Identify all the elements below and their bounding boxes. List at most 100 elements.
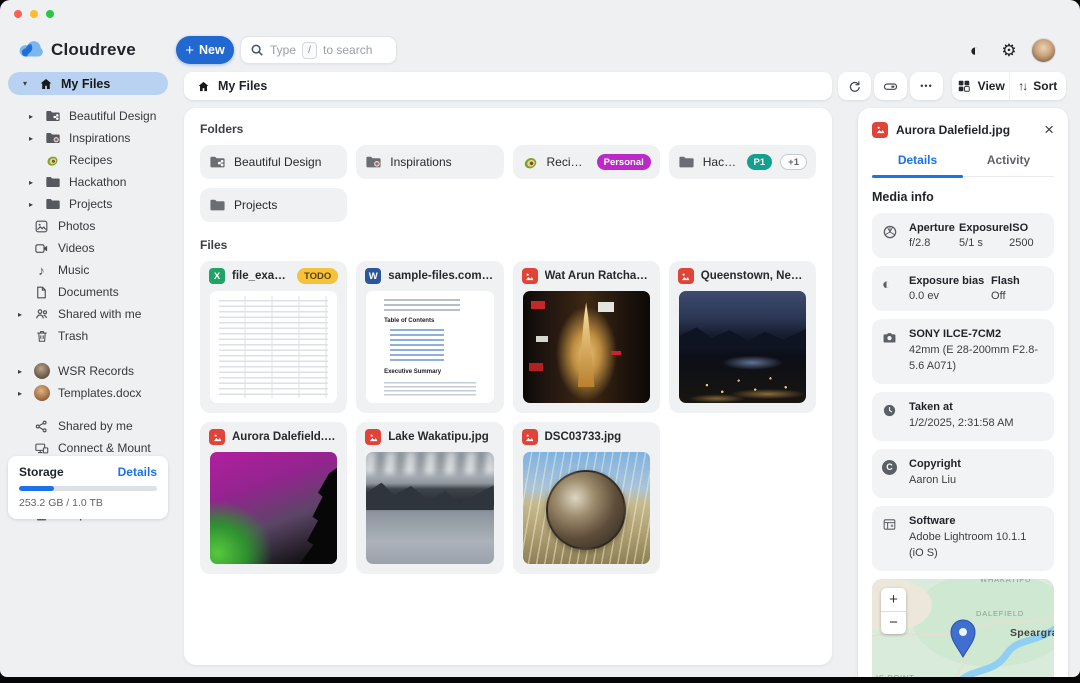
new-button-label: New <box>199 43 225 57</box>
close-icon[interactable]: × <box>1044 121 1054 138</box>
sidebar-item-recipes[interactable]: Recipes <box>0 149 176 171</box>
file-card-aurora[interactable]: Aurora Dalefield.jpg <box>200 422 347 574</box>
file-card-word[interactable]: W sample-files.com-form... Table of Cont… <box>356 261 503 413</box>
chevron-right-icon[interactable]: ▸ <box>26 134 36 143</box>
sidebar-item-beautiful-design[interactable]: ▸ Beautiful Design <box>0 105 176 127</box>
sidebar-item-documents[interactable]: Documents <box>0 281 176 303</box>
refresh-icon <box>846 78 863 95</box>
sidebar-item-inspirations[interactable]: ▸ Inspirations <box>0 127 176 149</box>
refresh-button[interactable] <box>838 72 871 100</box>
chevron-down-icon[interactable]: ▾ <box>20 79 30 88</box>
details-file-name: Aurora Dalefield.jpg <box>896 123 1036 137</box>
folder-card-projects[interactable]: Projects <box>200 188 347 222</box>
software-card: Software Adobe Lightroom 10.1.1 (iO S) <box>872 506 1054 571</box>
more-actions-button[interactable]: ••• <box>910 72 943 100</box>
exposure-info-card: Aperturef/2.8 Exposure5/1 s ISO2500 <box>872 213 1054 258</box>
copyright-icon: C <box>882 458 900 489</box>
sidebar-item-videos[interactable]: Videos <box>0 237 176 259</box>
grid-view-icon <box>956 78 973 95</box>
settings-button[interactable]: ⚙ <box>996 39 1022 63</box>
monitor-icon <box>33 440 50 457</box>
storage-usage-text: 253.2 GB / 1.0 TB <box>19 497 157 509</box>
file-card-queenstown[interactable]: Queenstown, New Zeal... <box>669 261 816 413</box>
file-card-dsc03733[interactable]: DSC03733.jpg <box>513 422 660 574</box>
personal-badge: Personal <box>597 154 651 170</box>
sidebar-item-trash[interactable]: Trash <box>0 325 176 347</box>
word-file-icon: W <box>365 268 381 284</box>
files-grid-row-2: Aurora Dalefield.jpg Lake Wakatipu.jpg <box>200 422 816 574</box>
sidebar-item-shared-with-me[interactable]: ▸ Shared with me <box>0 303 176 325</box>
app-title: Cloudreve <box>51 40 136 60</box>
exposure-bias-card: ◐ Exposure bias0.0 ev FlashOff <box>872 266 1054 311</box>
ellipsis-icon: ••• <box>920 81 932 91</box>
map-zoom-controls: + − <box>881 588 906 634</box>
close-window-button[interactable] <box>14 10 22 18</box>
image-file-icon <box>522 268 538 284</box>
chevron-right-icon[interactable]: ▸ <box>15 310 25 319</box>
folder-shared-icon <box>44 108 61 125</box>
chevron-right-icon[interactable]: ▸ <box>26 112 36 121</box>
view-sort-group: View ↑↓ Sort <box>952 72 1066 100</box>
todo-badge: TODO <box>297 268 338 284</box>
location-map[interactable]: WHAKATIPU DALEFIELD Speargra IS POINT + … <box>872 579 1054 677</box>
minimize-window-button[interactable] <box>30 10 38 18</box>
excel-file-icon: X <box>209 268 225 284</box>
photo-thumbnail <box>366 452 493 564</box>
share-avatar-icon <box>33 363 50 380</box>
chevron-right-icon[interactable]: ▸ <box>15 367 25 376</box>
camera-info-card: SONY ILCE-7CM2 42mm (E 28-200mm F2.8-5.6… <box>872 319 1054 384</box>
search-input[interactable]: Type / to search <box>240 36 397 64</box>
folder-icon <box>44 174 61 191</box>
file-card-lake-wakatipu[interactable]: Lake Wakatipu.jpg <box>356 422 503 574</box>
zoom-out-button[interactable]: − <box>881 611 906 634</box>
sidebar-item-photos[interactable]: Photos <box>0 215 176 237</box>
new-button[interactable]: + New <box>176 36 234 64</box>
clock-icon <box>882 401 900 432</box>
photo-icon <box>33 218 50 235</box>
breadcrumb[interactable]: My Files <box>184 72 832 100</box>
chevron-right-icon[interactable]: ▸ <box>26 178 36 187</box>
aperture-icon <box>882 222 900 249</box>
tab-activity[interactable]: Activity <box>963 153 1054 176</box>
storage-details-link[interactable]: Details <box>118 465 157 479</box>
photo-thumbnail <box>523 452 650 564</box>
sidebar-item-projects[interactable]: ▸ Projects <box>0 193 176 215</box>
file-card-wat-arun[interactable]: Wat Arun Ratchawarar... <box>513 261 660 413</box>
sidebar-item-hackathon[interactable]: ▸ Hackathon <box>0 171 176 193</box>
sidebar-item-music[interactable]: ♪ Music <box>0 259 176 281</box>
chevron-right-icon[interactable]: ▸ <box>26 200 36 209</box>
folder-card-beautiful-design[interactable]: Beautiful Design <box>200 145 347 179</box>
home-icon <box>37 75 54 92</box>
doc-summary-heading: Executive Summary <box>384 369 441 375</box>
search-placeholder-prefix: Type <box>270 43 296 57</box>
exposure-icon: ◐ <box>882 275 900 302</box>
file-card-excel[interactable]: X file_example... TODO <box>200 261 347 413</box>
dark-mode-toggle[interactable]: ◐ <box>962 39 988 63</box>
storage-progress-fill <box>19 486 54 491</box>
sidebar-item-my-files[interactable]: ▾ My Files <box>8 72 168 95</box>
sort-button[interactable]: ↑↓ Sort <box>1009 72 1067 100</box>
maximize-window-button[interactable] <box>46 10 54 18</box>
user-avatar[interactable] <box>1031 38 1056 63</box>
folder-media-icon <box>44 130 61 147</box>
zoom-in-button[interactable]: + <box>881 588 906 611</box>
view-button[interactable]: View <box>952 72 1009 100</box>
document-thumbnail: Table of Contents Executive Summary <box>366 291 493 403</box>
image-file-icon <box>365 429 381 445</box>
folder-card-recipes[interactable]: Recipes Personal <box>513 145 660 179</box>
folder-card-hackathon[interactable]: Hackathon P1 +1 <box>669 145 816 179</box>
image-file-icon <box>522 429 538 445</box>
folders-grid: Beautiful Design Inspirations Recipes Pe… <box>200 145 816 222</box>
sidebar-item-wsr-records[interactable]: ▸ WSR Records <box>0 360 176 382</box>
folder-icon <box>678 154 695 171</box>
tab-details[interactable]: Details <box>872 153 963 176</box>
tags-button[interactable] <box>874 72 907 100</box>
storage-card: Storage Details 253.2 GB / 1.0 TB <box>8 456 168 519</box>
sidebar-item-templates-docx[interactable]: ▸ Templates.docx <box>0 382 176 404</box>
chevron-right-icon[interactable]: ▸ <box>15 389 25 398</box>
folder-card-inspirations[interactable]: Inspirations <box>356 145 503 179</box>
sort-button-label: Sort <box>1033 79 1057 93</box>
sidebar-item-shared-by-me[interactable]: Shared by me <box>0 415 176 437</box>
view-button-label: View <box>978 79 1005 93</box>
slash-key-hint: / <box>302 42 317 59</box>
